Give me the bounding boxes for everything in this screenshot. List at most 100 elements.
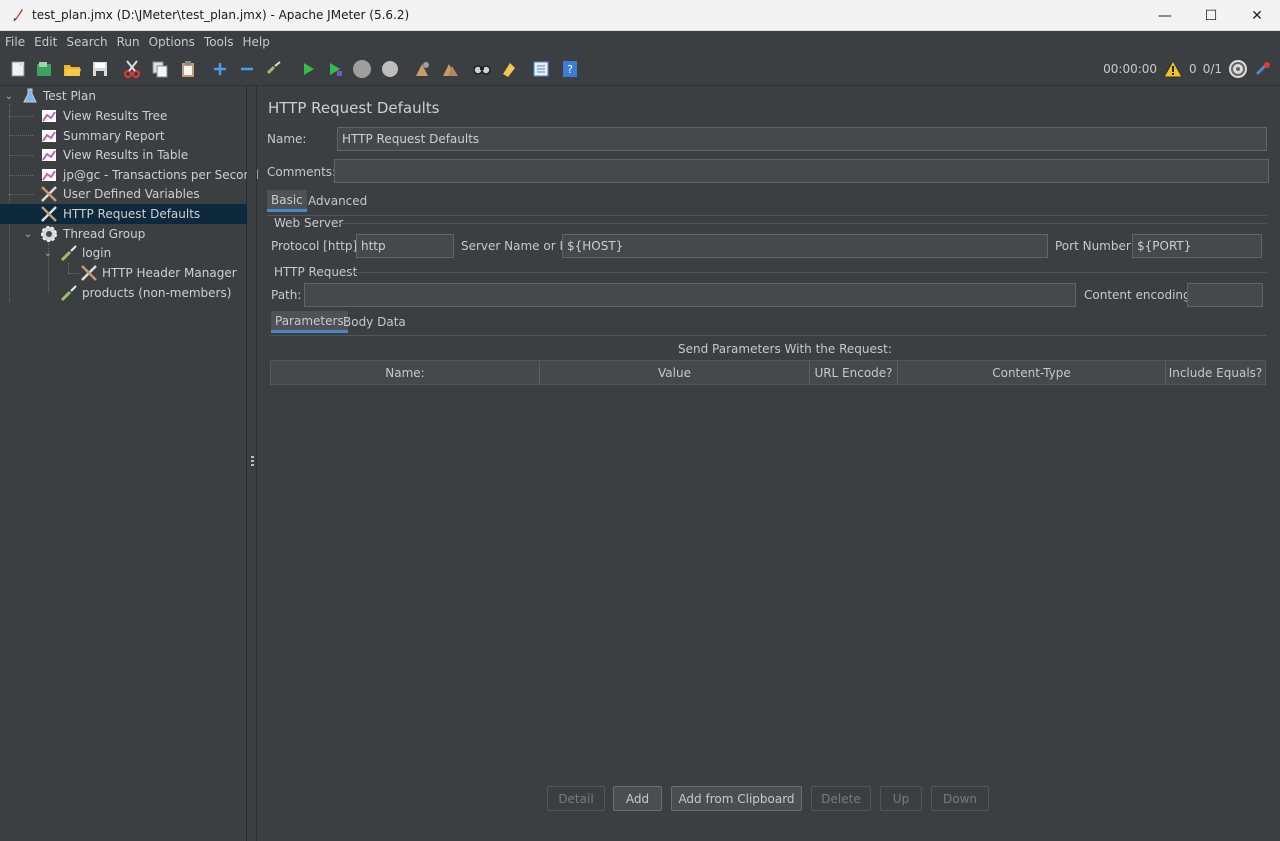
server-field[interactable]: ${HOST} — [562, 234, 1048, 258]
test-plan-icon — [21, 87, 39, 105]
http-request-group-label: HTTP Request — [274, 265, 358, 279]
tree-item-http-request-defaults[interactable]: HTTP Request Defaults — [0, 204, 247, 224]
detail-button[interactable]: Detail — [547, 786, 605, 811]
protocol-field[interactable]: http — [356, 234, 454, 258]
function-helper-icon[interactable] — [530, 58, 552, 80]
new-icon[interactable] — [7, 58, 29, 80]
save-icon[interactable] — [89, 58, 111, 80]
column-header-include-equals[interactable]: Include Equals? — [1166, 361, 1265, 384]
expand-all-icon[interactable] — [209, 58, 231, 80]
path-label: Path: — [271, 288, 302, 302]
delete-button[interactable]: Delete — [811, 786, 871, 811]
column-header-url-encode[interactable]: URL Encode? — [810, 361, 898, 384]
search-icon[interactable] — [471, 58, 493, 80]
menu-options[interactable]: Options — [149, 35, 195, 49]
help-icon[interactable]: ? — [559, 58, 581, 80]
tree-item-test-plan[interactable]: ⌄ Test Plan — [0, 86, 247, 106]
start-icon[interactable] — [297, 58, 319, 80]
svg-text:?: ? — [567, 63, 573, 76]
tree-item-summary-report[interactable]: Summary Report — [0, 126, 247, 146]
minimize-button[interactable]: — — [1142, 0, 1188, 31]
templates-icon[interactable] — [33, 58, 55, 80]
config-icon — [80, 264, 98, 282]
tab-body-data[interactable]: Body Data — [339, 311, 410, 333]
add-button[interactable]: Add — [613, 786, 662, 811]
window-title: test_plan.jmx (D:\JMeter\test_plan.jmx) … — [32, 8, 410, 22]
tree-item-login[interactable]: ⌄ login — [0, 243, 247, 263]
comments-field[interactable] — [334, 159, 1269, 183]
params-title: Send Parameters With the Request: — [678, 342, 892, 356]
panel-splitter[interactable] — [247, 86, 257, 841]
menu-run[interactable]: Run — [117, 35, 140, 49]
menu-edit[interactable]: Edit — [34, 35, 57, 49]
column-header-value[interactable]: Value — [540, 361, 810, 384]
down-button[interactable]: Down — [931, 786, 989, 811]
thread-count: 0/1 — [1202, 62, 1222, 76]
tree-item-thread-group[interactable]: ⌄ Thread Group — [0, 224, 247, 244]
shutdown-icon[interactable] — [379, 58, 401, 80]
tree-item-transactions-per-second[interactable]: jp@gc - Transactions per Second — [0, 165, 259, 185]
tree-item-view-results-tree[interactable]: View Results Tree — [0, 106, 247, 126]
splitter-grip-icon[interactable] — [251, 456, 254, 468]
thread-group-icon — [40, 225, 58, 243]
encoding-label: Content encoding: — [1084, 288, 1195, 302]
config-icon — [40, 205, 58, 223]
path-field[interactable] — [304, 283, 1076, 307]
listener-icon — [40, 107, 58, 125]
encoding-field[interactable] — [1187, 283, 1263, 307]
jmeter-feather-icon — [10, 7, 26, 23]
tab-parameters[interactable]: Parameters — [271, 311, 348, 333]
tree-item-products[interactable]: products (non-members) — [0, 283, 247, 303]
remote-icon[interactable] — [1228, 59, 1248, 79]
menu-search[interactable]: Search — [66, 35, 107, 49]
chevron-down-icon[interactable]: ⌄ — [3, 90, 15, 102]
cut-icon[interactable] — [121, 58, 143, 80]
warning-icon[interactable] — [1163, 60, 1183, 78]
column-header-name[interactable]: Name: — [271, 361, 540, 384]
column-header-content-type[interactable]: Content-Type — [898, 361, 1166, 384]
collapse-all-icon[interactable] — [236, 58, 258, 80]
page-title: HTTP Request Defaults — [268, 99, 440, 117]
listener-icon — [40, 166, 58, 184]
clear-all-icon[interactable] — [439, 58, 461, 80]
listener-icon — [40, 127, 58, 145]
up-button[interactable]: Up — [880, 786, 922, 811]
log-viewer-icon[interactable] — [1254, 60, 1272, 78]
tab-advanced[interactable]: Advanced — [304, 190, 371, 212]
tree-item-user-defined-variables[interactable]: User Defined Variables — [0, 184, 247, 204]
menu-help[interactable]: Help — [242, 35, 269, 49]
menu-tools[interactable]: Tools — [204, 35, 234, 49]
warning-count: 0 — [1189, 62, 1197, 76]
window-titlebar: test_plan.jmx (D:\JMeter\test_plan.jmx) … — [0, 0, 1280, 31]
comments-label: Comments: — [267, 165, 337, 179]
chevron-down-icon[interactable]: ⌄ — [42, 247, 54, 259]
menu-bar: File Edit Search Run Options Tools Help — [0, 31, 1280, 52]
config-icon — [40, 185, 58, 203]
menu-file[interactable]: File — [5, 35, 25, 49]
clear-icon[interactable] — [411, 58, 433, 80]
reset-search-icon[interactable] — [498, 58, 520, 80]
port-field[interactable]: ${PORT} — [1132, 234, 1262, 258]
name-field[interactable]: HTTP Request Defaults — [337, 127, 1267, 151]
add-from-clipboard-button[interactable]: Add from Clipboard — [671, 786, 802, 811]
tree-item-http-header-manager[interactable]: HTTP Header Manager — [0, 263, 247, 283]
start-no-pauses-icon[interactable] — [324, 58, 346, 80]
copy-icon[interactable] — [149, 58, 171, 80]
paste-icon[interactable] — [177, 58, 199, 80]
stop-icon[interactable] — [351, 58, 373, 80]
toggle-icon[interactable] — [263, 58, 285, 80]
tree-item-view-results-in-table[interactable]: View Results in Table — [0, 145, 247, 165]
listener-icon — [40, 146, 58, 164]
close-button[interactable]: ✕ — [1234, 0, 1280, 31]
toolbar: ? 00:00:00 0 0/1 — [0, 52, 1280, 86]
tab-basic[interactable]: Basic — [267, 190, 307, 212]
maximize-button[interactable]: ☐ — [1188, 0, 1234, 31]
port-label: Port Number: — [1055, 239, 1135, 253]
server-label: Server Name or IP: — [461, 239, 575, 253]
status-area: 00:00:00 0 0/1 — [1097, 58, 1272, 80]
test-plan-tree: ⌄ Test Plan View Results Tree Summary Re… — [0, 86, 259, 841]
parameters-table-header: Name: Value URL Encode? Content-Type Inc… — [270, 360, 1266, 385]
chevron-down-icon[interactable]: ⌄ — [22, 228, 34, 240]
name-label: Name: — [267, 132, 307, 146]
open-icon[interactable] — [61, 58, 83, 80]
